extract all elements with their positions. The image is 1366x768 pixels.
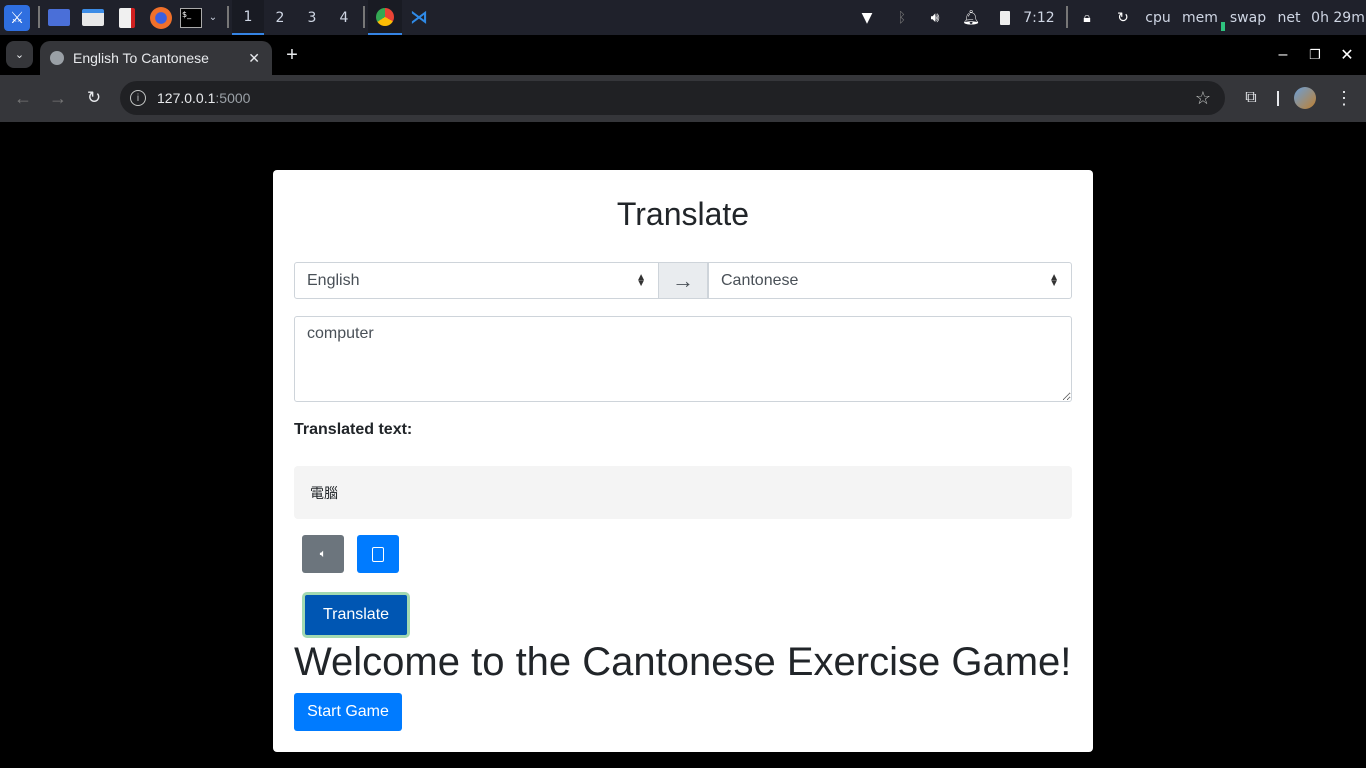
source-language-value: English	[307, 271, 360, 289]
wifi-icon[interactable]: ▼	[856, 0, 878, 35]
profile-avatar[interactable]	[1294, 87, 1316, 109]
extensions-icon[interactable]: ⧉	[1240, 87, 1262, 109]
file-manager-icon[interactable]	[80, 0, 106, 35]
terminal-icon[interactable]: $_	[178, 0, 204, 35]
translate-card: Translate English ▲ ▼ → Cantonese ▲ ▼ comput…	[273, 170, 1093, 752]
browser-tab-strip: ⌄ English To Cantonese ✕ + – ❐ ✕	[0, 35, 1366, 75]
logout-icon[interactable]: ↻	[1112, 0, 1134, 35]
source-language-select[interactable]: English ▲ ▼	[294, 262, 659, 299]
tab-search-chevron-icon[interactable]: ⌄	[6, 41, 33, 68]
translate-button[interactable]: Translate	[302, 592, 410, 638]
speak-button[interactable]: 🔈︎	[302, 535, 344, 573]
text-editor-icon[interactable]	[114, 0, 140, 35]
page-title: Translate	[616, 196, 750, 232]
target-language-value: Cantonese	[721, 271, 799, 289]
close-window-icon[interactable]: ✕	[1338, 43, 1356, 67]
forward-icon[interactable]: →	[47, 87, 69, 109]
site-info-icon[interactable]: i	[130, 90, 146, 106]
source-text-input[interactable]: computer	[294, 316, 1072, 402]
mem-monitor: mem	[1182, 9, 1218, 26]
url-port: :5000	[215, 90, 251, 106]
workspace-4[interactable]: 4	[328, 0, 360, 35]
workspace-1[interactable]: 1	[232, 0, 264, 35]
select-caret-icon: ▲ ▼	[636, 271, 646, 289]
start-game-button[interactable]: Start Game	[294, 693, 402, 731]
select-caret-icon: ▲ ▼	[1049, 271, 1059, 289]
game-heading: Welcome to the Cantonese Exercise Game!	[294, 640, 1072, 684]
uptime: 0h 29m	[1311, 9, 1365, 26]
bluetooth-icon[interactable]: ᛒ	[892, 0, 912, 35]
minimize-icon[interactable]: –	[1274, 43, 1292, 67]
chrome-app-icon[interactable]	[368, 0, 402, 35]
globe-icon	[50, 51, 64, 65]
kali-menu-icon[interactable]: ⚔	[3, 0, 31, 35]
battery-icon	[996, 0, 1014, 35]
speaker-icon: 🔈︎	[319, 547, 327, 560]
firefox-icon[interactable]	[148, 0, 174, 35]
desktop-icon[interactable]	[46, 0, 72, 35]
cpu-monitor: cpu	[1145, 9, 1171, 26]
tab-title: English To Cantonese	[73, 50, 209, 66]
url-host: 127.0.0.1	[157, 90, 216, 106]
bookmark-star-icon[interactable]: ☆	[1195, 88, 1211, 109]
restore-icon[interactable]: ❐	[1306, 43, 1324, 67]
chevron-down-icon[interactable]: ⌄	[205, 0, 221, 35]
new-tab-icon[interactable]: +	[282, 43, 302, 67]
address-bar[interactable]: i 127.0.0.1:5000 ☆	[120, 81, 1225, 115]
menu-kebab-icon[interactable]: ⋮	[1334, 87, 1354, 109]
lock-icon[interactable]: 🔒︎	[1076, 0, 1098, 35]
close-tab-icon[interactable]: ✕	[248, 50, 260, 67]
swap-monitor: swap	[1229, 9, 1267, 26]
translated-text-output: 電腦	[294, 466, 1072, 519]
clock[interactable]: 7:12	[1022, 0, 1056, 35]
workspace-3[interactable]: 3	[296, 0, 328, 35]
volume-icon[interactable]: 🔊︎	[924, 0, 946, 35]
workspace-2[interactable]: 2	[264, 0, 296, 35]
browser-tab[interactable]: English To Cantonese ✕	[40, 41, 272, 75]
target-language-select[interactable]: Cantonese ▲ ▼	[708, 262, 1072, 299]
system-taskbar: ⚔ $_ ⌄ 1 2 3 4 ⋊ ▼ ᛒ 🔊︎ 🔔︎ 7:12 🔒︎ ↻ cpu…	[0, 0, 1366, 35]
vscode-icon[interactable]: ⋊	[406, 0, 432, 35]
mem-usage-bar	[1221, 22, 1225, 31]
toolbar-divider	[1277, 91, 1279, 106]
copy-button[interactable]	[357, 535, 399, 573]
net-monitor: net	[1277, 9, 1301, 26]
translated-text-label: Translated text:	[294, 421, 413, 438]
clipboard-icon	[372, 546, 384, 562]
browser-toolbar: ← → ↻ i 127.0.0.1:5000 ☆ ⧉ ⋮	[0, 75, 1366, 122]
reload-icon[interactable]: ↻	[83, 87, 105, 109]
swap-arrow-icon[interactable]: →	[658, 262, 708, 299]
notification-bell-icon[interactable]: 🔔︎	[960, 0, 982, 35]
back-icon[interactable]: ←	[12, 87, 34, 109]
